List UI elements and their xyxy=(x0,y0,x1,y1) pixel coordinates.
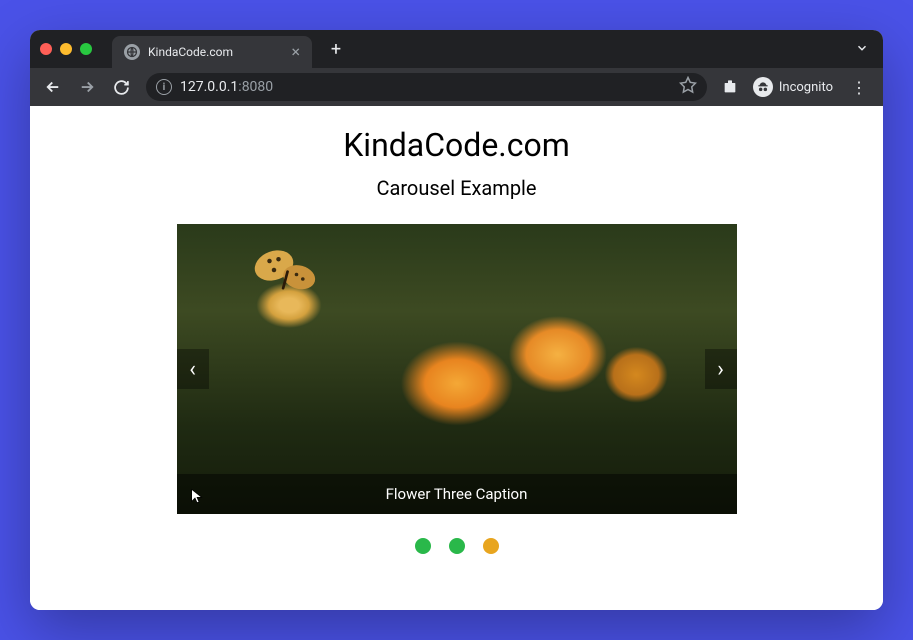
bookmark-star-icon[interactable] xyxy=(679,76,697,98)
url-host: 127.0.0.1 xyxy=(180,79,238,95)
window-controls xyxy=(40,43,92,55)
carousel-caption: Flower Three Caption xyxy=(177,474,737,514)
globe-icon xyxy=(124,44,140,60)
browser-toolbar: i 127.0.0.1:8080 Incognito ⋮ xyxy=(30,68,883,106)
back-button[interactable] xyxy=(38,72,68,102)
forward-button[interactable] xyxy=(72,72,102,102)
new-tab-button[interactable]: + xyxy=(324,37,348,61)
incognito-icon xyxy=(753,77,773,97)
incognito-label: Incognito xyxy=(779,80,833,95)
page-content: KindaCode.com Carousel Example ‹ xyxy=(30,106,883,610)
address-bar[interactable]: i 127.0.0.1:8080 xyxy=(146,73,707,101)
extensions-icon[interactable] xyxy=(721,78,739,96)
window-maximize-button[interactable] xyxy=(80,43,92,55)
incognito-indicator[interactable]: Incognito xyxy=(753,77,833,97)
browser-tab[interactable]: KindaCode.com × xyxy=(112,36,312,68)
chevron-right-icon: › xyxy=(717,357,724,382)
page-title: KindaCode.com xyxy=(343,126,570,164)
carousel: ‹ › Flower Three Caption xyxy=(177,224,737,514)
carousel-prev-button[interactable]: ‹ xyxy=(177,349,209,389)
chevron-left-icon: ‹ xyxy=(189,357,196,382)
chevron-down-icon[interactable] xyxy=(851,36,873,63)
carousel-next-button[interactable]: › xyxy=(705,349,737,389)
window-minimize-button[interactable] xyxy=(60,43,72,55)
carousel-slide-image xyxy=(177,224,737,514)
window-close-button[interactable] xyxy=(40,43,52,55)
carousel-indicator-2[interactable] xyxy=(483,538,499,554)
browser-window: KindaCode.com × + i 127.0.0.1:8080 xyxy=(30,30,883,610)
carousel-indicators xyxy=(415,538,499,554)
butterfly-illustration xyxy=(247,242,337,307)
site-info-icon[interactable]: i xyxy=(156,79,172,95)
cursor-icon xyxy=(189,488,205,504)
menu-button[interactable]: ⋮ xyxy=(843,78,875,97)
tab-close-icon[interactable]: × xyxy=(291,44,300,60)
carousel-caption-text: Flower Three Caption xyxy=(386,485,528,503)
url-text: 127.0.0.1:8080 xyxy=(180,79,671,95)
tab-bar: KindaCode.com × + xyxy=(30,30,883,68)
page-subtitle: Carousel Example xyxy=(376,176,536,200)
carousel-indicator-0[interactable] xyxy=(415,538,431,554)
carousel-indicator-1[interactable] xyxy=(449,538,465,554)
url-port: :8080 xyxy=(238,79,273,95)
tab-title: KindaCode.com xyxy=(148,45,283,59)
reload-button[interactable] xyxy=(106,72,136,102)
